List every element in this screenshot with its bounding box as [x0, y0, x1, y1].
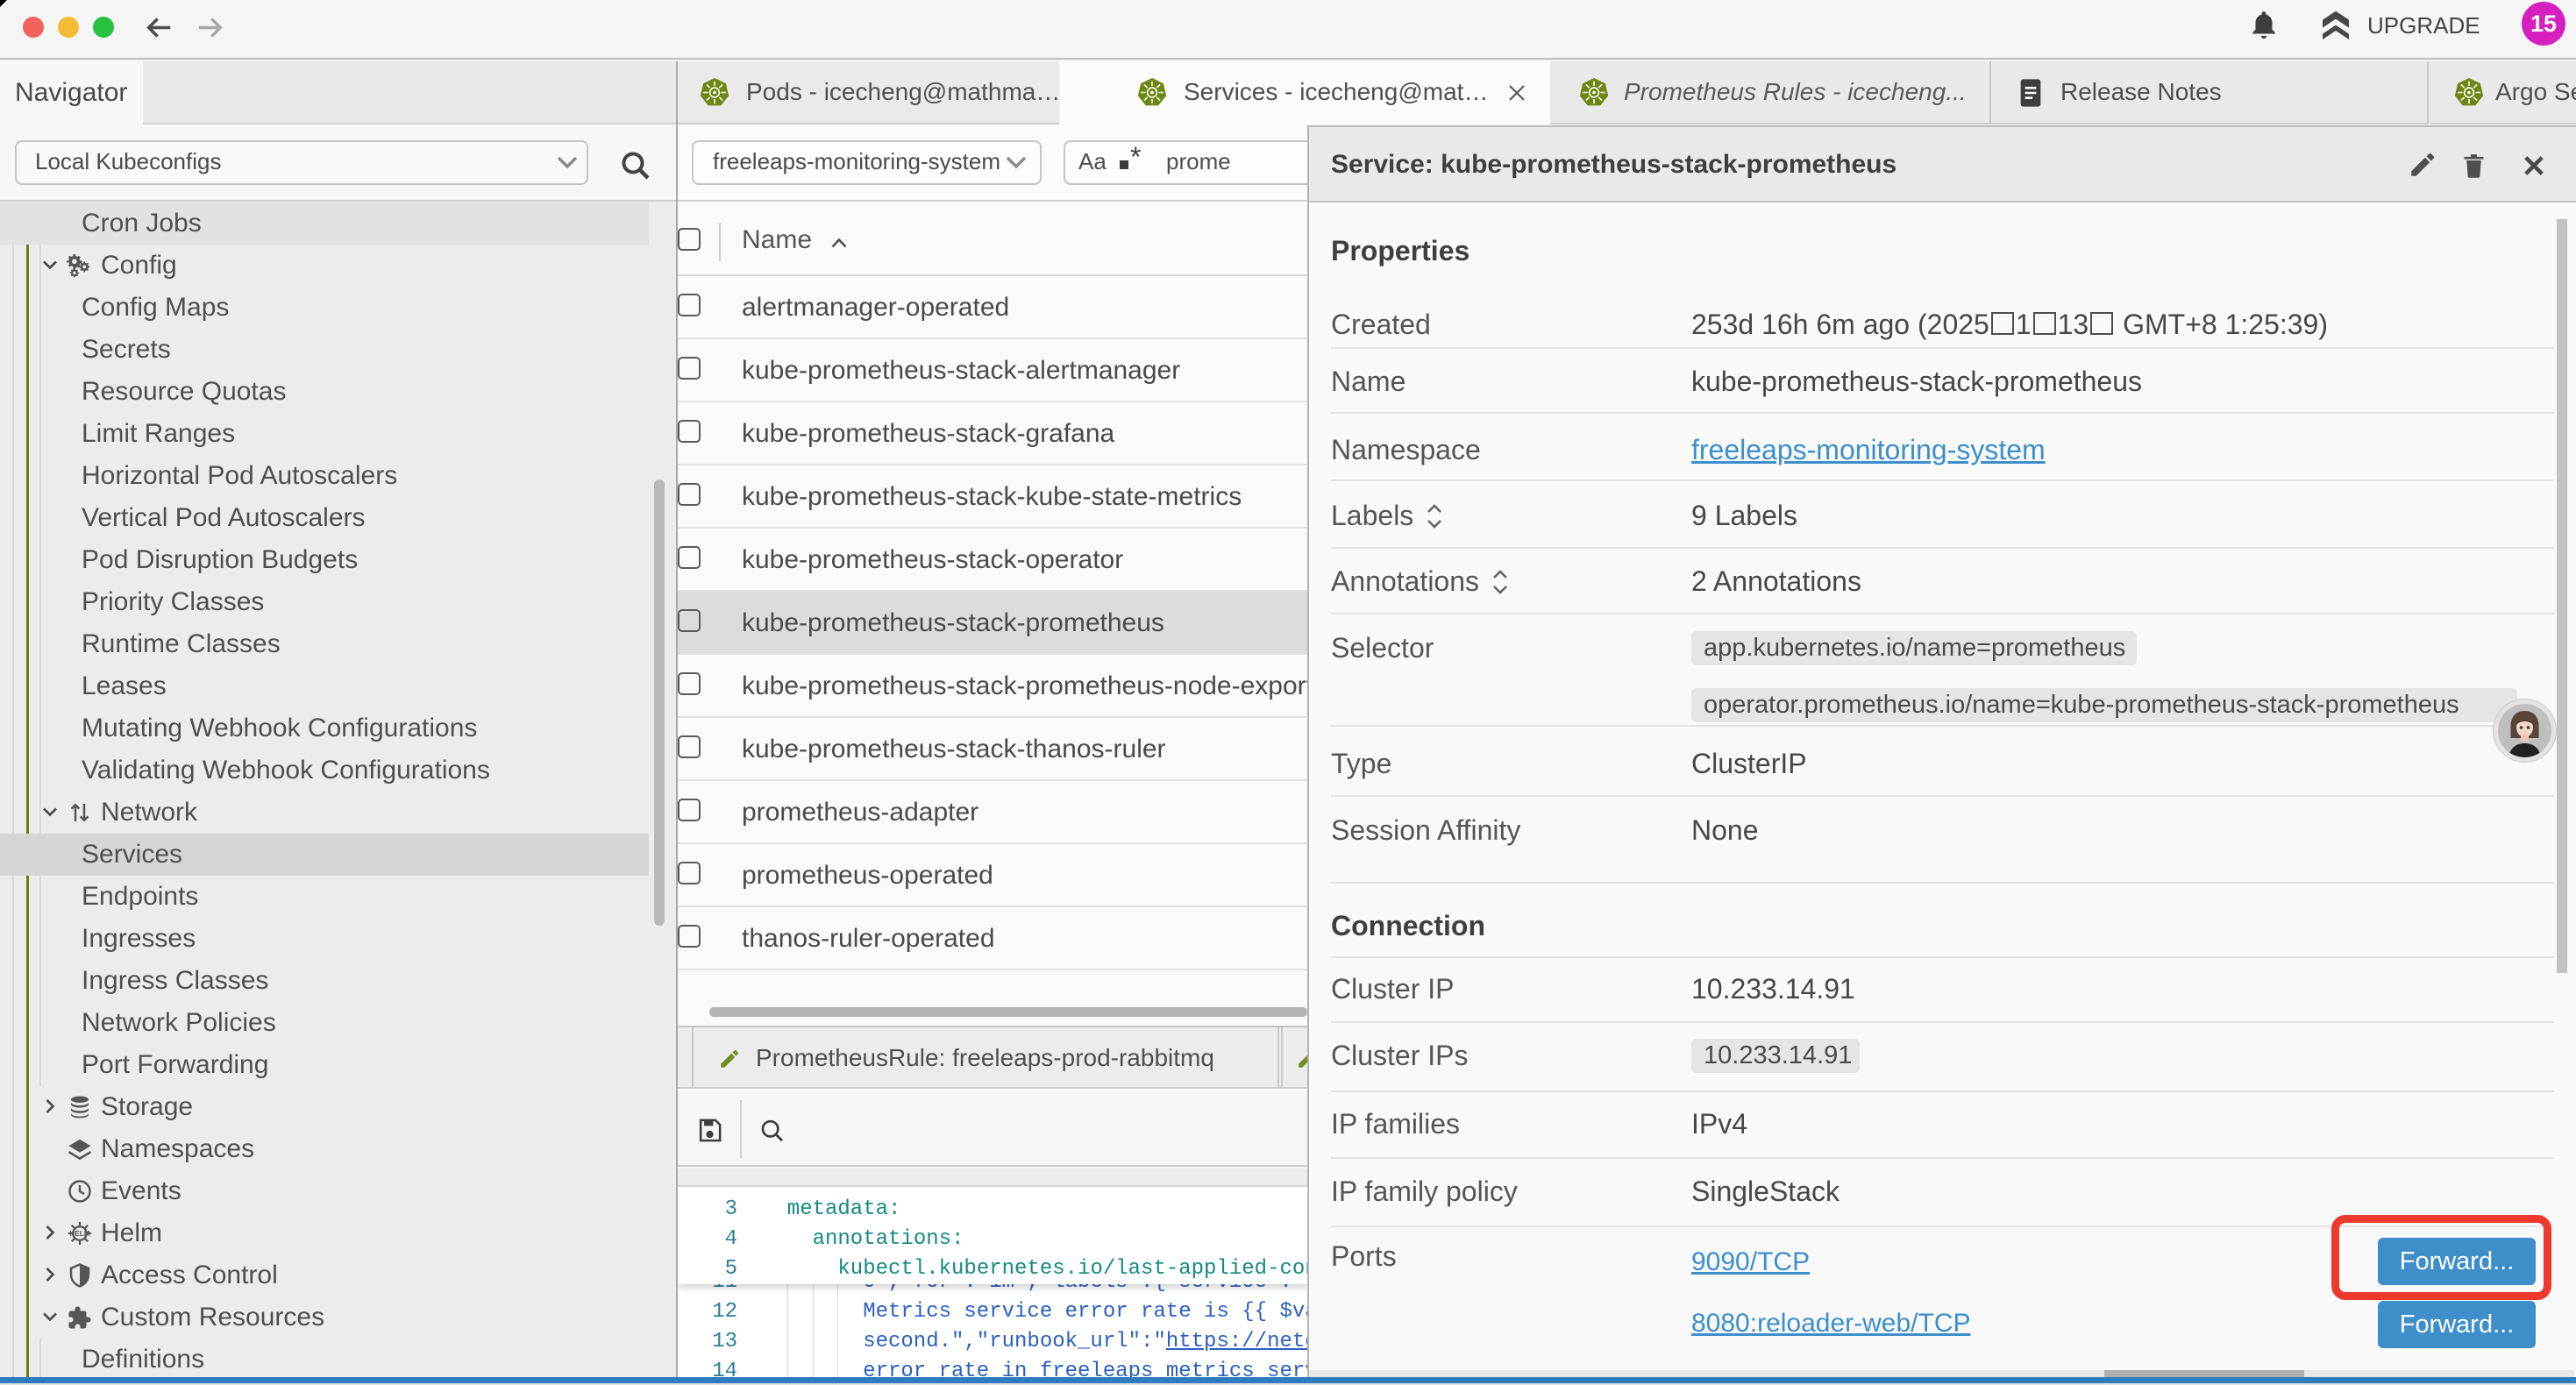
svg-text:HELM: HELM: [70, 1230, 90, 1238]
